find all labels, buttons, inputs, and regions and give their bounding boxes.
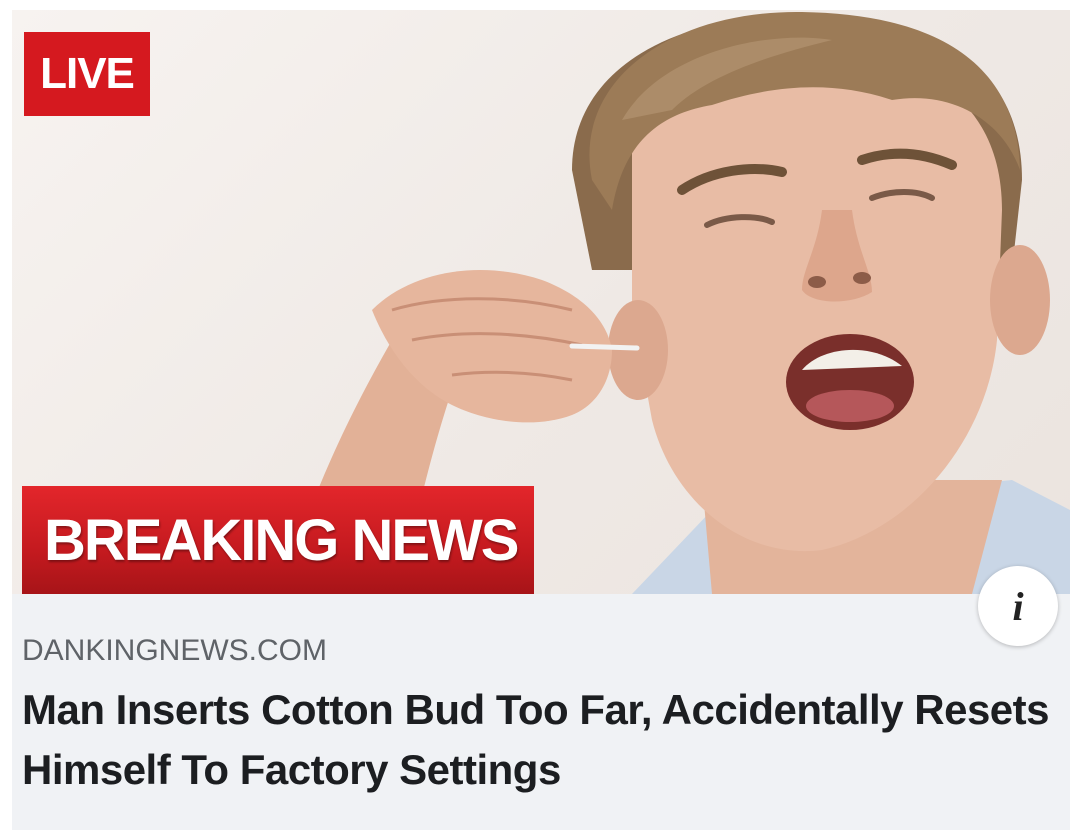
link-headline[interactable]: Man Inserts Cotton Bud Too Far, Accident… [22, 680, 1052, 800]
link-meta[interactable]: DANKINGNEWS.COM Man Inserts Cotton Bud T… [12, 594, 1070, 830]
breaking-news-banner: BREAKING NEWS [22, 486, 534, 594]
live-badge: LIVE [24, 32, 150, 116]
info-icon[interactable]: i [978, 566, 1058, 646]
link-domain: DANKINGNEWS.COM [22, 634, 328, 667]
article-thumbnail[interactable]: LIVE BREAKING NEWS [12, 10, 1070, 594]
link-preview-card[interactable]: LIVE BREAKING NEWS DANKINGNEWS.COM Man I… [12, 10, 1070, 830]
